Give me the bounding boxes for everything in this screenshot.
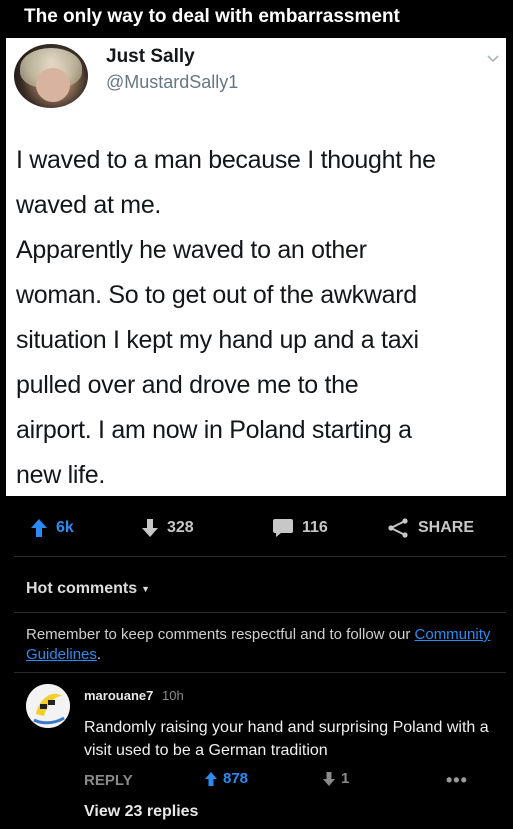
comment-upvote-count: 878 xyxy=(223,770,249,787)
arrow-down-icon xyxy=(323,771,335,786)
comment-username[interactable]: marouane7 xyxy=(84,688,153,703)
divider xyxy=(14,672,506,673)
notice-text: Remember to keep comments respectful and… xyxy=(26,626,415,643)
tweet-text: I waved to a man because I thought he wa… xyxy=(16,138,506,498)
commenter-avatar[interactable] xyxy=(26,684,70,728)
arrow-up-icon xyxy=(31,519,47,537)
downvote-count: 328 xyxy=(167,519,194,536)
post-actions-bar: 6k 328 116 SHARE xyxy=(0,511,513,547)
tweet-avatar xyxy=(14,44,88,108)
share-button[interactable]: SHARE xyxy=(386,511,474,545)
tweet-line: new life. xyxy=(16,461,106,489)
tweet-author-handle: @MustardSally1 xyxy=(106,72,239,92)
tweet-line: Apparently he waved to an other xyxy=(16,236,367,264)
tweet-line: pulled over and drove me to the xyxy=(16,371,359,399)
post-title: The only way to deal with embarrassment xyxy=(24,6,400,27)
comment-text: Randomly raising your hand and surprisin… xyxy=(84,719,489,759)
arrow-up-icon xyxy=(205,771,217,786)
upvote-button[interactable]: 6k xyxy=(30,511,74,545)
community-notice: Remember to keep comments respectful and… xyxy=(26,625,496,665)
comment-downvote-button[interactable]: 1 xyxy=(322,770,349,787)
share-icon xyxy=(388,518,408,538)
comments-sort-label: Hot comments xyxy=(26,580,138,597)
comment-actions: REPLY 878 1 ••• xyxy=(84,770,467,792)
divider xyxy=(14,612,506,613)
view-replies-link[interactable]: View 23 replies xyxy=(84,803,198,821)
chevron-down-icon xyxy=(487,55,499,63)
caret-down-icon: ▼ xyxy=(141,584,151,594)
banana-avatar-icon xyxy=(26,684,70,728)
comment-upvote-button[interactable]: 878 xyxy=(204,770,248,787)
divider xyxy=(14,556,506,557)
arrow-down-icon xyxy=(142,519,158,537)
reply-button[interactable]: REPLY xyxy=(84,772,133,789)
comment-timestamp: 10h xyxy=(162,688,184,703)
tweet-line: situation I kept my hand up and a taxi xyxy=(16,326,419,354)
comment-downvote-count: 1 xyxy=(341,770,350,787)
upvote-count: 6k xyxy=(56,519,74,536)
comment-count: 116 xyxy=(302,519,328,536)
comments-button[interactable]: 116 xyxy=(272,511,328,545)
comments-sort-dropdown[interactable]: Hot comments ▼ xyxy=(26,580,150,598)
downvote-button[interactable]: 328 xyxy=(141,511,194,545)
share-label: SHARE xyxy=(418,519,475,536)
comment-bubble-icon xyxy=(273,519,293,537)
tweet-line: airport. I am now in Poland starting a xyxy=(16,416,412,444)
tweet-line: I waved to a man because I thought he xyxy=(16,146,436,174)
tweet-line: woman. So to get out of the awkward xyxy=(16,281,417,309)
tweet-screenshot[interactable]: Just Sally @MustardSally1 I waved to a m… xyxy=(6,38,506,496)
more-options-icon[interactable]: ••• xyxy=(446,770,468,791)
tweet-line: waved at me. xyxy=(16,191,162,219)
notice-end: . xyxy=(96,646,102,663)
tweet-author-name: Just Sally xyxy=(106,46,195,67)
